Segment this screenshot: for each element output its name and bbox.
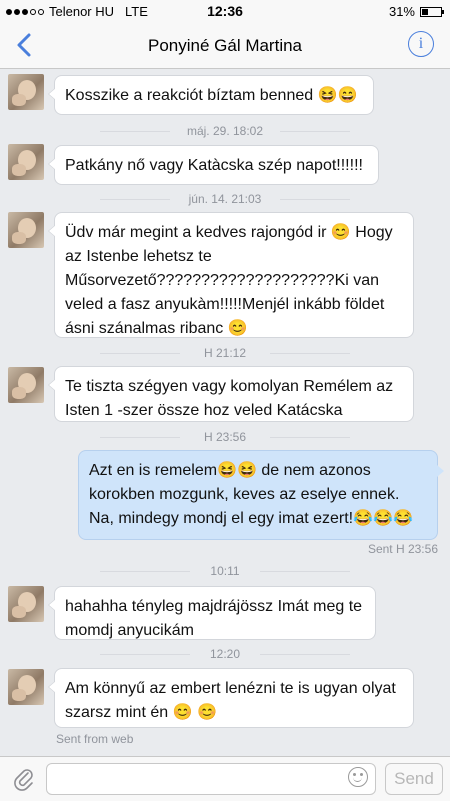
incoming-message: Üdv már megint a kedves rajongód ir 😊 Ho… <box>48 212 414 338</box>
incoming-message: Am könnyű az embert lenézni te is ugyan … <box>48 668 414 728</box>
message-input[interactable] <box>46 763 376 795</box>
clock: 12:36 <box>207 3 243 19</box>
navigation-bar: Ponyiné Gál Martina i <box>0 22 450 69</box>
attachment-paperclip-icon[interactable] <box>12 767 36 791</box>
timestamp-divider: máj. 29. 18:02 <box>186 124 264 138</box>
avatar[interactable] <box>8 669 44 705</box>
info-icon[interactable]: i <box>408 31 434 57</box>
status-bar: Telenor HU LTE 12:36 31% <box>0 0 450 22</box>
timestamp-divider: 10:11 <box>210 564 240 578</box>
timestamp-divider: H 23:56 <box>203 430 247 444</box>
avatar[interactable] <box>8 144 44 180</box>
send-button[interactable]: Send <box>385 763 443 795</box>
incoming-message: Kosszike a reakciót bíztam benned 😆😄 <box>48 75 374 115</box>
avatar[interactable] <box>8 586 44 622</box>
outgoing-message: Azt en is remelem😆😆 de nem azonos korokb… <box>78 450 444 540</box>
timestamp-divider: jún. 14. 21:03 <box>188 192 262 206</box>
sent-status: Sent H 23:56 <box>367 542 438 556</box>
battery-icon <box>420 6 444 17</box>
sent-from-web-label: Sent from web <box>56 732 134 746</box>
incoming-message: Patkány nő vagy Katàcska szép napot!!!!!… <box>48 145 379 185</box>
timestamp-divider: 12:20 <box>209 647 241 661</box>
conversation-title: Ponyiné Gál Martina <box>147 36 303 55</box>
message-composer: Send <box>0 756 450 801</box>
battery-percent: 31% <box>388 4 415 19</box>
avatar[interactable] <box>8 74 44 110</box>
incoming-message: hahahha tényleg majdrájössz Imát meg te … <box>48 586 376 640</box>
avatar[interactable] <box>8 367 44 403</box>
avatar[interactable] <box>8 212 44 248</box>
timestamp-divider: H 21:12 <box>203 346 247 360</box>
incoming-message: Te tiszta szégyen vagy komolyan Remélem … <box>48 366 414 422</box>
emoji-smile-icon[interactable] <box>348 767 368 787</box>
